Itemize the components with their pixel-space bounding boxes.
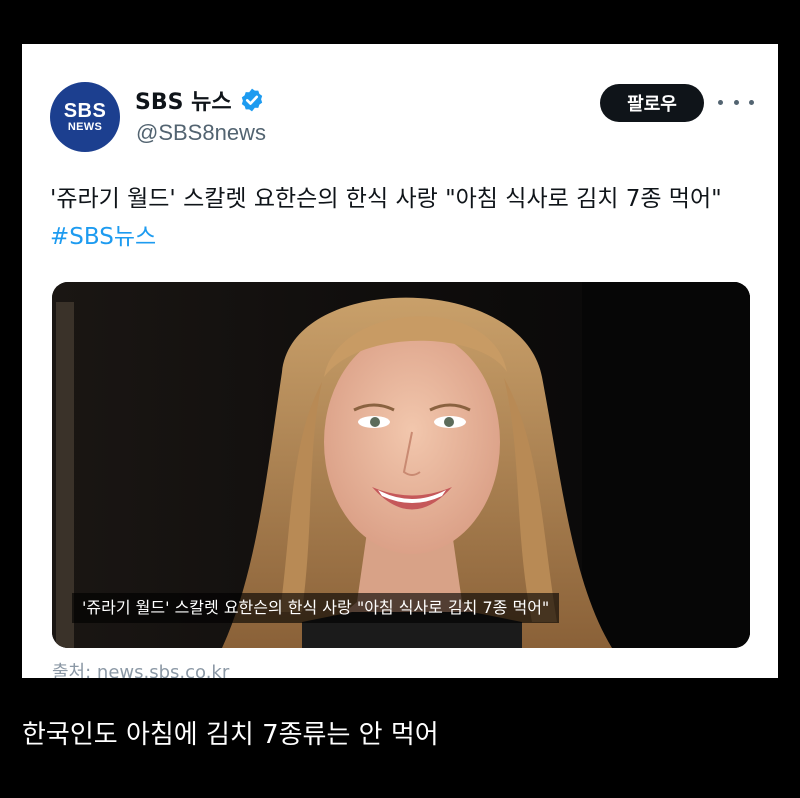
account-name[interactable]: SBS 뉴스	[135, 84, 232, 116]
post-media-image[interactable]: '쥬라기 월드' 스칼렛 요한슨의 한식 사랑 "아침 식사로 김치 7종 먹어…	[52, 282, 750, 648]
post-text: '쥬라기 월드' 스칼렛 요한슨의 한식 사랑 "아침 식사로 김치 7종 먹어…	[50, 180, 750, 256]
avatar-logo-news: NEWS	[67, 120, 103, 133]
dot	[733, 99, 739, 105]
post-card: SBS NEWS SBS 뉴스 @SBS8news 팔로우 '쥬라기 월드' 스…	[22, 44, 778, 678]
avatar[interactable]: SBS NEWS	[50, 82, 120, 152]
dot	[749, 99, 754, 105]
media-caption: '쥬라기 월드' 스칼렛 요한슨의 한식 사랑 "아침 식사로 김치 7종 먹어…	[72, 593, 560, 623]
dot	[718, 99, 723, 105]
account-name-row: SBS 뉴스	[135, 84, 265, 116]
more-horizontal-icon[interactable]	[718, 90, 754, 114]
account-handle[interactable]: @SBS8news	[136, 120, 266, 146]
post-body: '쥬라기 월드' 스칼렛 요한슨의 한식 사랑 "아침 식사로 김치 7종 먹어…	[50, 186, 722, 212]
comment-text: 한국인도 아침에 김치 7종류는 안 먹어	[22, 720, 439, 750]
hashtag-link[interactable]: #SBS뉴스	[50, 224, 156, 250]
source-link[interactable]: 출처: news.sbs.co.kr	[52, 658, 229, 678]
follow-button[interactable]: 팔로우	[600, 84, 704, 122]
verified-badge-icon	[241, 88, 262, 112]
avatar-logo-sbs: SBS	[63, 99, 107, 122]
